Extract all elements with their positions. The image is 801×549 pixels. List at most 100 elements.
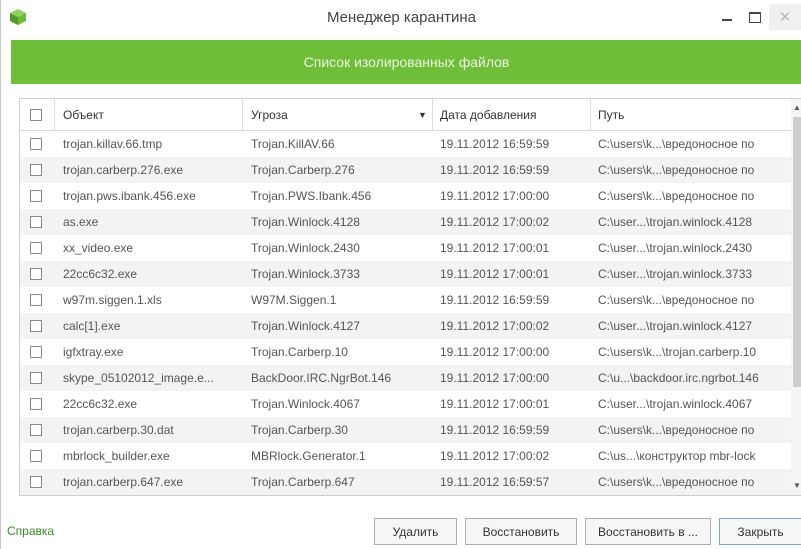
row-checkbox[interactable]	[30, 190, 42, 202]
select-all-checkbox[interactable]	[30, 109, 42, 121]
table-row[interactable]: trojan.carberp.647.exe Trojan.Carberp.64…	[20, 469, 791, 495]
column-separator[interactable]	[54, 99, 55, 130]
table-row[interactable]: trojan.carberp.276.exe Trojan.Carberp.27…	[20, 157, 791, 183]
table-row[interactable]: trojan.killav.66.tmp Trojan.KillAV.66 19…	[20, 131, 791, 157]
row-checkbox[interactable]	[30, 164, 42, 176]
path-cell: C:\u...\backdoor.irc.ngrbot.146	[598, 371, 759, 385]
threat-cell: Trojan.Carberp.276	[251, 163, 355, 177]
vertical-scrollbar[interactable]: ▲ ▼	[791, 99, 801, 495]
row-checkbox[interactable]	[30, 398, 42, 410]
scroll-thumb[interactable]	[793, 117, 801, 387]
table-row[interactable]: skype_05102012_image.e... BackDoor.IRC.N…	[20, 365, 791, 391]
object-cell: 22cc6c32.exe	[63, 267, 138, 281]
row-checkbox[interactable]	[30, 320, 42, 332]
table-row[interactable]: 22cc6c32.exe Trojan.Winlock.4067 19.11.2…	[20, 391, 791, 417]
date-cell: 19.11.2012 17:00:02	[440, 215, 550, 229]
date-cell: 19.11.2012 16:59:59	[440, 423, 550, 437]
path-cell: C:\users\k...\вредоносное по	[598, 293, 755, 307]
threat-cell: Trojan.Winlock.4067	[251, 397, 360, 411]
banner-header: Список изолированных файлов	[11, 40, 801, 84]
path-cell: C:\users\k...\вредоносное по	[598, 475, 755, 489]
restore-to-button[interactable]: Восстановить в ...	[585, 518, 711, 545]
minimize-button[interactable]	[713, 4, 741, 30]
close-button[interactable]: Закрыть	[719, 518, 801, 545]
threat-cell: Trojan.PWS.Ibank.456	[251, 189, 372, 203]
row-checkbox[interactable]	[30, 346, 42, 358]
quarantine-table: Объект Угроза ▼ Дата добавления Путь tro…	[19, 98, 801, 496]
table-row[interactable]: mbrlock_builder.exe MBRlock.Generator.1 …	[20, 443, 791, 469]
path-cell: C:\us...\конструктор mbr-lock	[598, 449, 756, 463]
row-checkbox[interactable]	[30, 138, 42, 150]
close-window-button[interactable]: ✕	[769, 4, 801, 30]
sort-descending-icon[interactable]: ▼	[418, 99, 427, 130]
date-cell: 19.11.2012 16:59:59	[440, 137, 550, 151]
column-header-path[interactable]: Путь	[598, 99, 624, 130]
column-header-object[interactable]: Объект	[63, 99, 104, 130]
table-row[interactable]: igfxtray.exe Trojan.Carberp.10 19.11.201…	[20, 339, 791, 365]
date-cell: 19.11.2012 16:59:59	[440, 293, 550, 307]
help-link[interactable]: Справка	[7, 524, 54, 538]
date-cell: 19.11.2012 17:00:01	[440, 267, 550, 281]
object-cell: mbrlock_builder.exe	[63, 449, 170, 463]
threat-cell: Trojan.Winlock.4127	[251, 319, 360, 333]
scroll-up-icon[interactable]: ▲	[791, 101, 801, 115]
object-cell: trojan.pws.ibank.456.exe	[63, 189, 196, 203]
path-cell: C:\user...\trojan.winlock.4067	[598, 397, 753, 411]
quarantine-manager-window: Менеджер карантина ✕ Список изолированны…	[0, 0, 801, 549]
table-row[interactable]: trojan.carberp.30.dat Trojan.Carberp.30 …	[20, 417, 791, 443]
path-cell: C:\user...\trojan.winlock.2430	[598, 241, 753, 255]
path-cell: C:\users\k...\вредоносное по	[598, 189, 755, 203]
threat-cell: BackDoor.IRC.NgrBot.146	[251, 371, 392, 385]
table-row[interactable]: as.exe Trojan.Winlock.4128 19.11.2012 17…	[20, 209, 791, 235]
threat-cell: Trojan.Carberp.647	[251, 475, 355, 489]
threat-cell: Trojan.Winlock.4128	[251, 215, 360, 229]
table-row[interactable]: 22cc6c32.exe Trojan.Winlock.3733 19.11.2…	[20, 261, 791, 287]
table-row[interactable]: w97m.siggen.1.xls W97M.Siggen.1 19.11.20…	[20, 287, 791, 313]
threat-cell: Trojan.KillAV.66	[251, 137, 335, 151]
object-cell: trojan.carberp.647.exe	[63, 475, 184, 489]
row-checkbox[interactable]	[30, 450, 42, 462]
column-header-date[interactable]: Дата добавления	[440, 99, 536, 130]
object-cell: calc[1].exe	[63, 319, 121, 333]
row-checkbox[interactable]	[30, 476, 42, 488]
row-checkbox[interactable]	[30, 268, 42, 280]
object-cell: igfxtray.exe	[63, 345, 124, 359]
window-title: Менеджер карантина	[326, 9, 477, 26]
path-cell: C:\user...\trojan.winlock.3733	[598, 267, 753, 281]
threat-cell: Trojan.Carberp.30	[251, 423, 348, 437]
threat-cell: Trojan.Winlock.3733	[251, 267, 360, 281]
restore-button[interactable]: Восстановить	[465, 518, 577, 545]
row-checkbox[interactable]	[30, 372, 42, 384]
column-separator[interactable]	[432, 99, 433, 130]
row-checkbox[interactable]	[30, 294, 42, 306]
object-cell: w97m.siggen.1.xls	[63, 293, 162, 307]
column-separator[interactable]	[242, 99, 243, 130]
date-cell: 19.11.2012 17:00:02	[440, 449, 550, 463]
scroll-down-icon[interactable]: ▼	[791, 479, 801, 493]
row-checkbox[interactable]	[30, 216, 42, 228]
threat-cell: MBRlock.Generator.1	[251, 449, 366, 463]
object-cell: 22cc6c32.exe	[63, 397, 138, 411]
table-row[interactable]: calc[1].exe Trojan.Winlock.4127 19.11.20…	[20, 313, 791, 339]
date-cell: 19.11.2012 16:59:59	[440, 163, 550, 177]
maximize-button[interactable]	[741, 4, 769, 30]
date-cell: 19.11.2012 17:00:01	[440, 241, 550, 255]
object-cell: skype_05102012_image.e...	[63, 371, 214, 385]
table-row[interactable]: xx_video.exe Trojan.Winlock.2430 19.11.2…	[20, 235, 791, 261]
table-header: Объект Угроза ▼ Дата добавления Путь	[20, 99, 801, 131]
date-cell: 19.11.2012 17:00:00	[440, 189, 550, 203]
row-checkbox[interactable]	[30, 242, 42, 254]
path-cell: C:\users\k...\вредоносное по	[598, 423, 755, 437]
date-cell: 19.11.2012 16:59:57	[440, 475, 550, 489]
maximize-icon	[749, 11, 761, 23]
column-separator[interactable]	[590, 99, 591, 130]
threat-cell: Trojan.Winlock.2430	[251, 241, 360, 255]
table-row[interactable]: trojan.pws.ibank.456.exe Trojan.PWS.Iban…	[20, 183, 791, 209]
path-cell: C:\users\k...\вредоносное по	[598, 163, 755, 177]
path-cell: C:\user...\trojan.winlock.4128	[598, 215, 753, 229]
object-cell: trojan.carberp.276.exe	[63, 163, 184, 177]
delete-button[interactable]: Удалить	[374, 518, 457, 545]
date-cell: 19.11.2012 17:00:00	[440, 371, 550, 385]
column-header-threat[interactable]: Угроза	[251, 99, 288, 130]
row-checkbox[interactable]	[30, 424, 42, 436]
